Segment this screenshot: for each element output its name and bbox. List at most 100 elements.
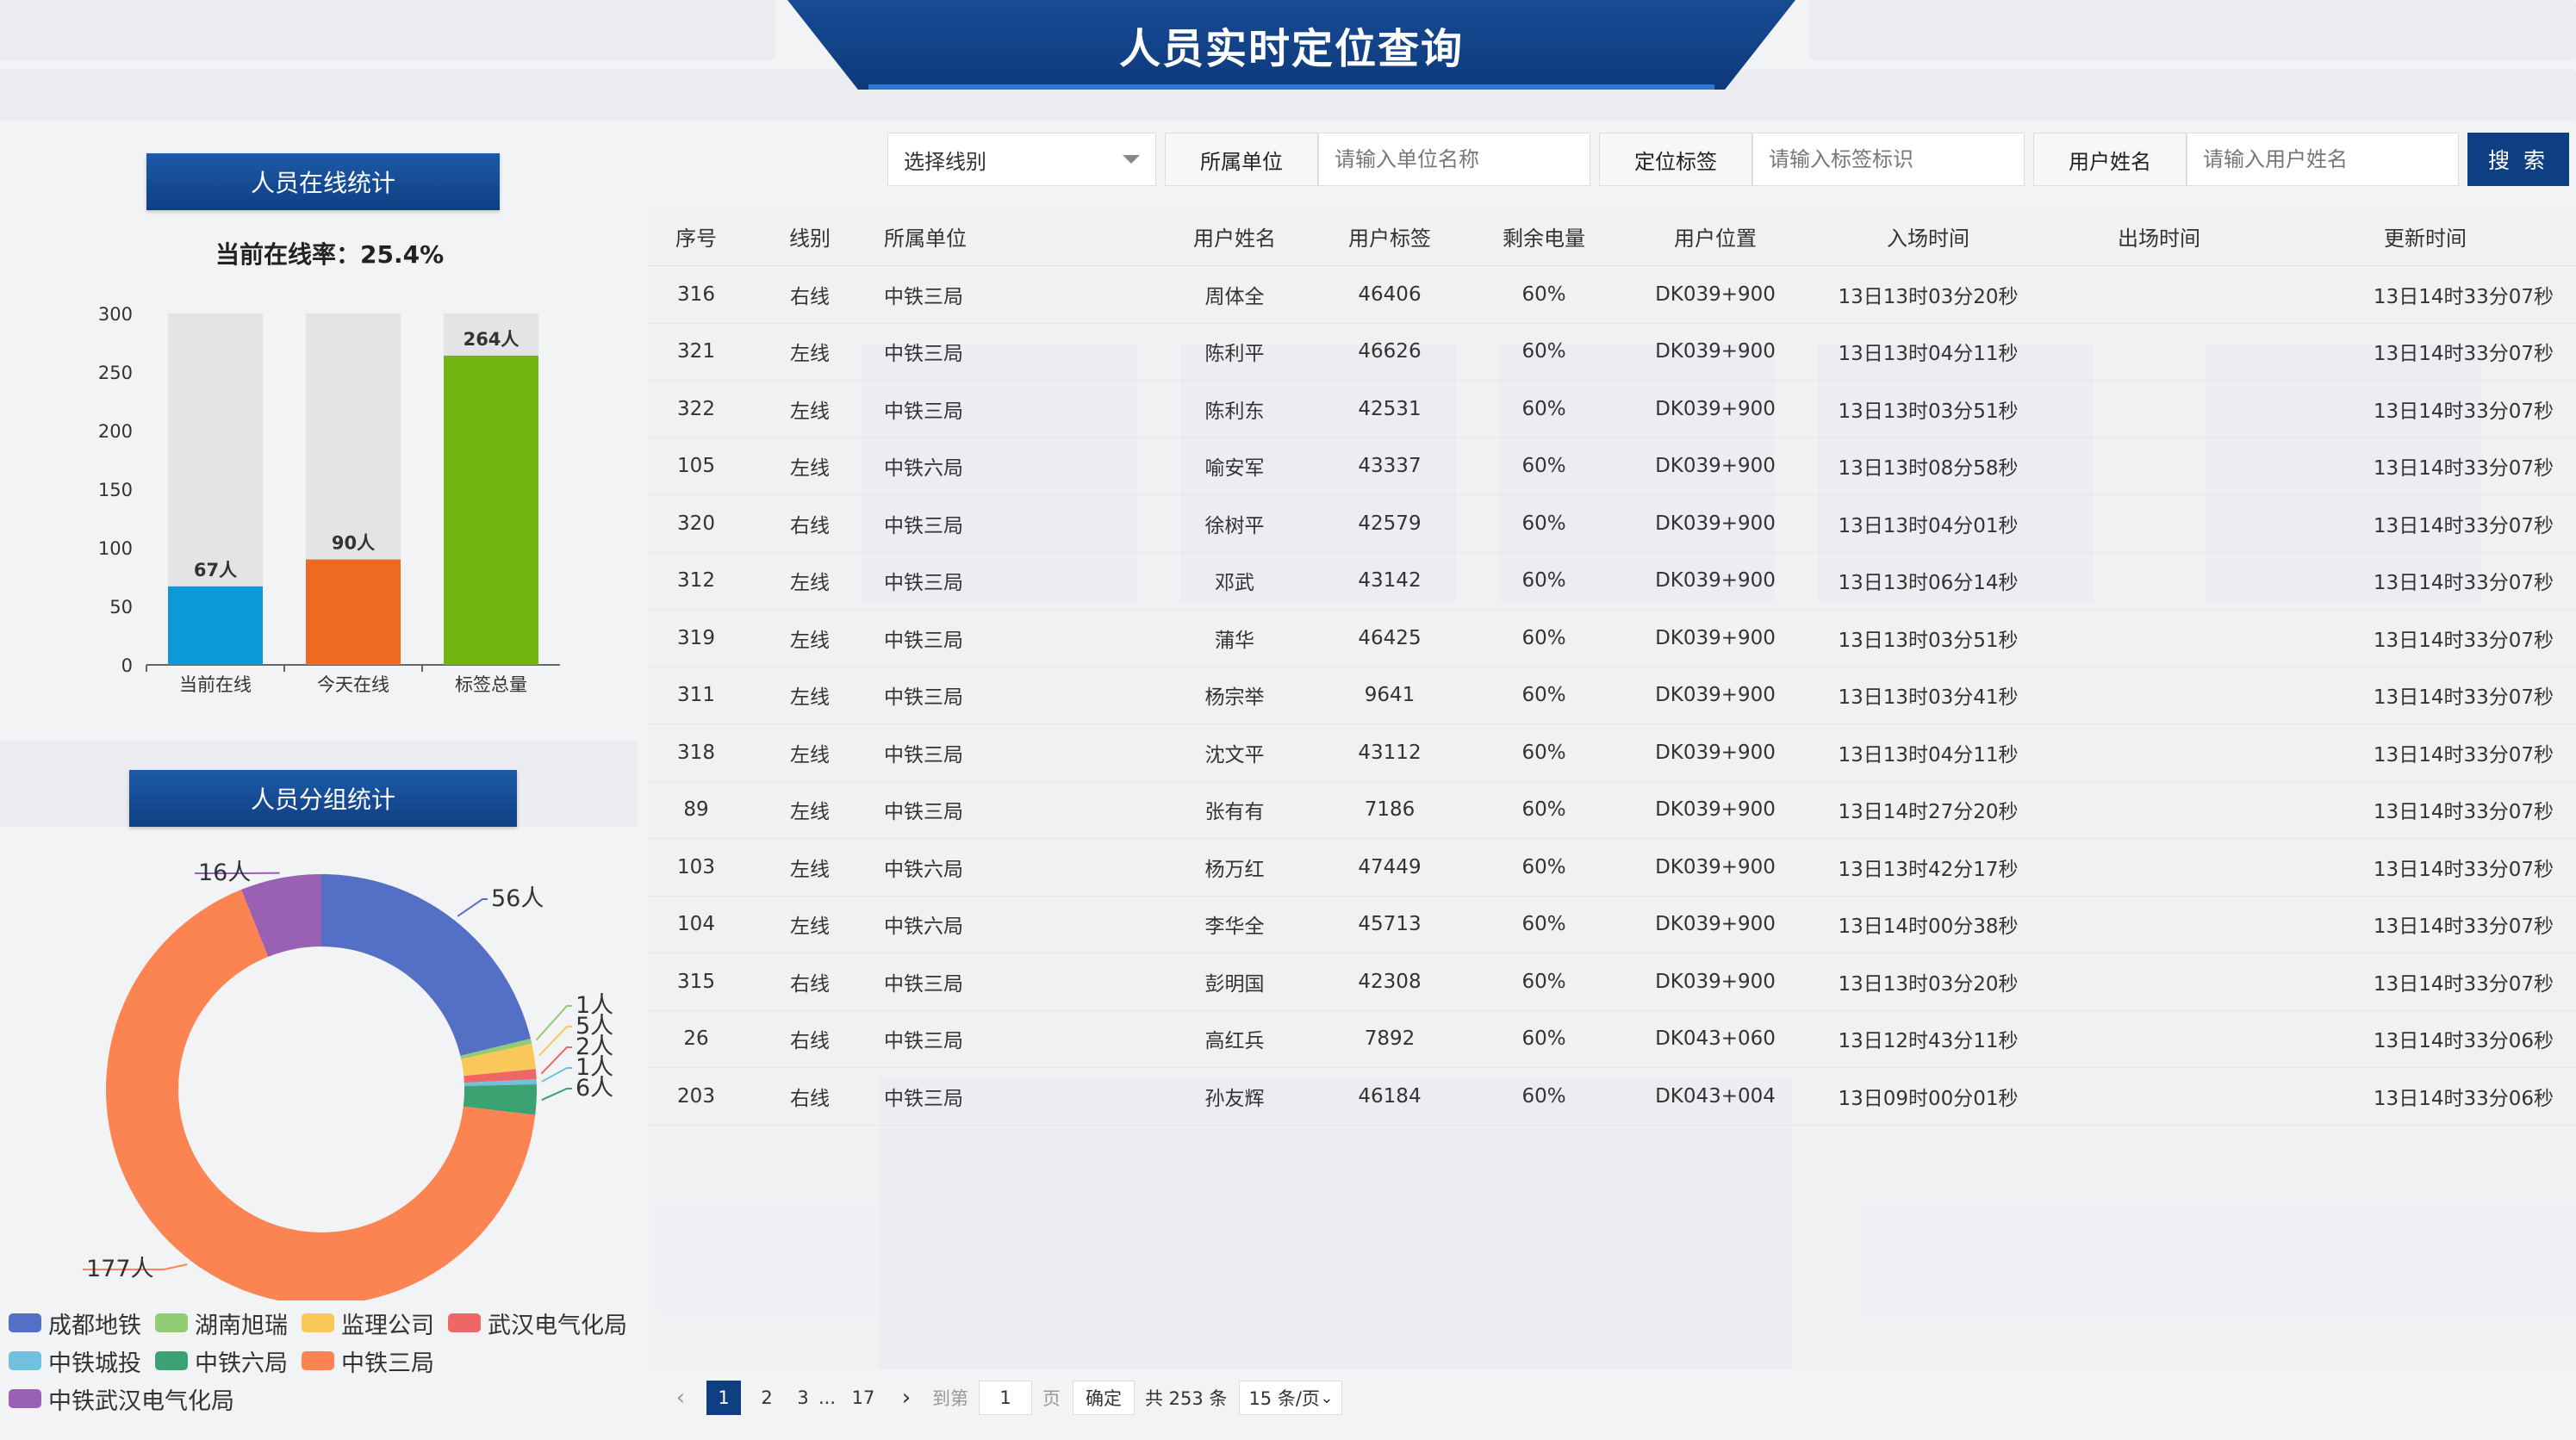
cell-exit-time: [2044, 896, 2274, 953]
cell-seq: 26: [648, 1010, 744, 1068]
cell-update-time: 13日14时33分07秒: [2274, 323, 2576, 381]
legend-item[interactable]: 湖南旭瑞: [155, 1304, 288, 1342]
table-row[interactable]: 105 左线 中铁六局 喻安军 43337 60% DK039+900 13日13时08分58…: [648, 438, 2576, 495]
cell-location: DK043+004: [1618, 1067, 1813, 1126]
table-row[interactable]: 315 右线 中铁三局 彭明国 42308 60% DK039+900 13日13时03分20…: [648, 953, 2576, 1011]
page-17[interactable]: 17: [846, 1381, 880, 1415]
confirm-button[interactable]: 确定: [1073, 1381, 1135, 1415]
donut-label-line: [535, 1005, 572, 1041]
cell-tag: 45713: [1310, 896, 1470, 953]
legend-item[interactable]: 中铁三局: [302, 1342, 434, 1380]
cell-entry-time: 13日14时00分38秒: [1813, 896, 2044, 953]
page-ellipsis[interactable]: ...: [817, 1381, 837, 1415]
table-row[interactable]: 321 左线 中铁三局 陈利平 46626 60% DK039+900 13日13时04分11…: [648, 323, 2576, 381]
cell-entry-time: 13日12时43分11秒: [1813, 1010, 2044, 1068]
tag-input[interactable]: [1752, 133, 2025, 186]
table-row[interactable]: 318 左线 中铁三局 沈文平 43112 60% DK039+900 13日13时04分11…: [648, 723, 2576, 782]
page-title: 人员实时定位查询: [1118, 25, 1464, 73]
table-row[interactable]: 89 左线 中铁三局 张有有 7186 60% DK039+900 13日14时27分20秒 1…: [648, 781, 2576, 839]
cell-exit-time: [2044, 953, 2274, 1011]
caret-down-icon: [1123, 155, 1140, 164]
cell-tag: 47449: [1310, 838, 1470, 897]
cell-entry-time: 13日13时03分51秒: [1813, 609, 2044, 667]
cell-location: DK039+900: [1618, 609, 1813, 667]
donut-data-label: 177人: [86, 1256, 154, 1282]
cell-seq: 203: [648, 1067, 744, 1126]
cell-name: 高红兵: [1160, 1010, 1310, 1068]
location-table: 序号 线别 所属单位 用户姓名 用户标签 剩余电量 用户位置 入场时间 出场时间 更新时间 316…: [648, 207, 2576, 1369]
page-size-value: 15 条/页: [1248, 1388, 1320, 1409]
goto-label: 到第: [932, 1388, 968, 1409]
cell-entry-time: 13日13时08分58秒: [1813, 438, 2044, 495]
chevron-left-icon[interactable]: ‹: [663, 1381, 698, 1415]
cell-tag: 43142: [1310, 552, 1470, 610]
cell-unit: 中铁三局: [875, 1067, 1160, 1126]
page-1[interactable]: 1: [706, 1381, 741, 1415]
donut-label-line: [541, 1088, 572, 1102]
line-select[interactable]: 选择线别: [887, 133, 1156, 186]
cell-update-time: 13日14时33分07秒: [2274, 667, 2576, 724]
cell-entry-time: 13日13时03分20秒: [1813, 265, 2044, 324]
cell-update-time: 13日14时33分07秒: [2274, 438, 2576, 495]
cell-entry-time: 13日13时06分14秒: [1813, 552, 2044, 610]
cell-exit-time: [2044, 265, 2274, 324]
cell-entry-time: 13日13时03分41秒: [1813, 667, 2044, 724]
legend-item[interactable]: 中铁武汉电气化局: [9, 1380, 234, 1418]
column-header-location: 用户位置: [1618, 207, 1813, 266]
cell-unit: 中铁六局: [875, 896, 1160, 953]
cell-line: 左线: [744, 781, 875, 839]
donut-data-label: 6人: [576, 1075, 613, 1102]
cell-exit-time: [2044, 1010, 2274, 1068]
legend-item[interactable]: 中铁六局: [155, 1342, 288, 1380]
cell-battery: 60%: [1470, 838, 1618, 897]
cell-location: DK039+900: [1618, 552, 1813, 610]
cell-tag: 46184: [1310, 1067, 1470, 1126]
cell-line: 右线: [744, 265, 875, 324]
table-row[interactable]: 322 左线 中铁三局 陈利东 42531 60% DK039+900 13日13时03分51…: [648, 380, 2576, 438]
cell-unit: 中铁三局: [875, 609, 1160, 667]
cell-seq: 316: [648, 265, 744, 324]
cell-battery: 60%: [1470, 723, 1618, 782]
page-2[interactable]: 2: [750, 1381, 784, 1415]
cell-name: 张有有: [1160, 781, 1310, 839]
cell-exit-time: [2044, 1067, 2274, 1126]
legend-label: 中铁城投: [48, 1350, 141, 1377]
pagination: ‹ 1 2 3 ... 17 › 到第 1 页 确定 共 253 条 15 条/…: [663, 1378, 1353, 1418]
legend-item[interactable]: 武汉电气化局: [448, 1304, 627, 1342]
table-row[interactable]: 312 左线 中铁三局 邓武 43142 60% DK039+900 13日13时06分14秒…: [648, 552, 2576, 610]
cell-line: 右线: [744, 1010, 875, 1068]
page-size-select[interactable]: 15 条/页 ⌄: [1239, 1381, 1343, 1415]
page-3[interactable]: 3: [793, 1381, 813, 1415]
legend-item[interactable]: 监理公司: [302, 1304, 434, 1342]
table-row[interactable]: 104 左线 中铁六局 李华全 45713 60% DK039+900 13日14时00分38…: [648, 896, 2576, 953]
search-button[interactable]: 搜 索: [2467, 133, 2569, 186]
table-row[interactable]: 203 右线 中铁三局 孙友辉 46184 60% DK043+004 13日09时00分01…: [648, 1067, 2576, 1126]
table-row[interactable]: 319 左线 中铁三局 蒲华 46425 60% DK039+900 13日13时03分51秒…: [648, 609, 2576, 667]
goto-page-input[interactable]: 1: [979, 1381, 1032, 1415]
cell-update-time: 13日14时33分06秒: [2274, 1067, 2576, 1126]
table-row[interactable]: 26 右线 中铁三局 高红兵 7892 60% DK043+060 13日12时43分11秒 1…: [648, 1010, 2576, 1068]
legend-item[interactable]: 成都地铁: [9, 1304, 141, 1342]
legend-item[interactable]: 中铁城投: [9, 1342, 141, 1380]
table-row[interactable]: 320 右线 中铁三局 徐树平 42579 60% DK039+900 13日13时04分01…: [648, 494, 2576, 553]
table-row[interactable]: 103 左线 中铁六局 杨万红 47449 60% DK039+900 13日13时42分17…: [648, 838, 2576, 897]
legend-label: 湖南旭瑞: [195, 1312, 288, 1339]
chevron-down-icon: ⌄: [1320, 1388, 1334, 1407]
bar-data-label: 67人: [194, 560, 237, 580]
cell-entry-time: 13日13时03分20秒: [1813, 953, 2044, 1011]
cell-name: 杨万红: [1160, 838, 1310, 897]
cell-unit: 中铁三局: [875, 323, 1160, 381]
table-row[interactable]: 311 左线 中铁三局 杨宗举 9641 60% DK039+900 13日13时03分41秒…: [648, 667, 2576, 724]
chevron-right-icon[interactable]: ›: [889, 1381, 924, 1415]
unit-label: 所属单位: [1165, 133, 1318, 186]
table-row[interactable]: 316 右线 中铁三局 周体全 46406 60% DK039+900 13日13时03分20…: [648, 265, 2576, 324]
unit-input[interactable]: [1318, 133, 1590, 186]
cell-name: 李华全: [1160, 896, 1310, 953]
cell-update-time: 13日14时33分07秒: [2274, 380, 2576, 438]
cell-line: 左线: [744, 323, 875, 381]
online-bar-chart: 0 50 100 150 200 250 300 67人当前在线 90人今天在线 264人标签总量: [98, 304, 560, 695]
name-input[interactable]: [2187, 133, 2459, 186]
bar-1: [306, 559, 401, 665]
cell-location: DK039+900: [1618, 667, 1813, 724]
group-donut-chart: 56人1人5人2人1人6人177人16人: [83, 860, 613, 1300]
